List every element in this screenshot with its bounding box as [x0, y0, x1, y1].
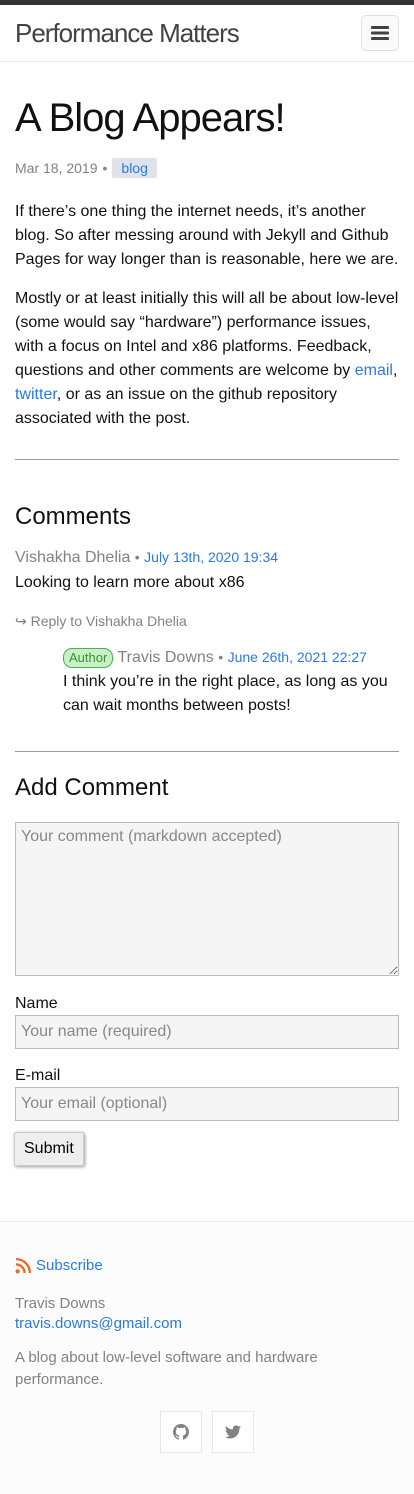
paragraph-text: , — [392, 362, 398, 379]
comment-date-link[interactable]: June 26th, 2021 22:27 — [228, 649, 367, 665]
name-input[interactable] — [15, 1015, 399, 1049]
comment-header: Author Travis Downs • June 26th, 2021 22… — [63, 648, 399, 668]
post-date: Mar 18, 2019 — [15, 160, 98, 176]
site-header: Performance Matters — [0, 5, 414, 62]
comment-body: I think you’re in the right place, as lo… — [63, 673, 388, 714]
tag-blog[interactable]: blog — [112, 158, 157, 178]
post-meta: Mar 18, 2019 • blog — [15, 158, 399, 178]
comment-body: Looking to learn more about x86 — [15, 574, 245, 591]
email-label: E-mail — [15, 1067, 61, 1084]
post-title: A Blog Appears! — [15, 96, 286, 140]
email-link[interactable]: email — [355, 362, 393, 379]
hamburger-icon — [371, 26, 389, 40]
comment-date-link[interactable]: July 13th, 2020 19:34 — [144, 549, 278, 565]
comment-separator: • — [134, 549, 140, 565]
github-icon — [173, 1424, 189, 1440]
subscribe-label: Subscribe — [36, 1257, 103, 1274]
twitter-link[interactable]: twitter — [15, 386, 57, 403]
main-content: A Blog Appears! Mar 18, 2019 • blog If t… — [0, 95, 414, 1166]
site-footer: Subscribe Travis Downs travis.downs@gmai… — [0, 1221, 414, 1494]
post-paragraph-1: If there’s one thing the internet needs,… — [15, 203, 399, 268]
twitter-button[interactable] — [212, 1411, 254, 1453]
social-links — [15, 1411, 399, 1453]
email-input[interactable] — [15, 1087, 399, 1121]
subscribe-link[interactable]: Subscribe — [15, 1257, 399, 1274]
comment-author: Travis Downs — [117, 649, 214, 666]
post-body: If there’s one thing the internet needs,… — [15, 200, 399, 431]
comment-separator: • — [218, 649, 224, 665]
comment-reply: Author Travis Downs • June 26th, 2021 22… — [63, 648, 399, 718]
author-badge: Author — [63, 648, 114, 668]
footer-description: A blog about low-level software and hard… — [15, 1349, 318, 1388]
divider — [15, 751, 399, 752]
site-title-link[interactable]: Performance Matters — [15, 18, 240, 49]
paragraph-text: , or as an issue on the github repositor… — [15, 386, 337, 427]
menu-button[interactable] — [361, 15, 399, 51]
paragraph-text: Mostly or at least initially this will a… — [15, 290, 399, 379]
twitter-icon — [225, 1425, 241, 1439]
footer-email-link[interactable]: travis.downs@gmail.com — [15, 1315, 399, 1332]
post-paragraph-2: Mostly or at least initially this will a… — [15, 287, 399, 431]
add-comment-heading: Add Comment — [15, 774, 169, 801]
comment-author: Vishakha Dhelia — [15, 549, 131, 566]
comment-header: Vishakha Dhelia • July 13th, 2020 19:34 — [15, 549, 399, 567]
comment: Vishakha Dhelia • July 13th, 2020 19:34 … — [15, 549, 399, 718]
comment-textarea[interactable] — [15, 822, 399, 976]
github-link[interactable] — [160, 1411, 202, 1453]
divider — [15, 459, 399, 460]
comments-heading: Comments — [15, 503, 132, 530]
footer-author-name: Travis Downs — [15, 1295, 106, 1312]
name-label: Name — [15, 995, 58, 1012]
comment-form: Name E-mail Submit — [14, 822, 399, 1166]
rss-icon — [15, 1257, 32, 1274]
submit-button[interactable]: Submit — [14, 1132, 84, 1166]
meta-separator: • — [102, 160, 108, 176]
reply-link[interactable]: ↪ Reply to Vishakha Dhelia — [15, 613, 399, 630]
